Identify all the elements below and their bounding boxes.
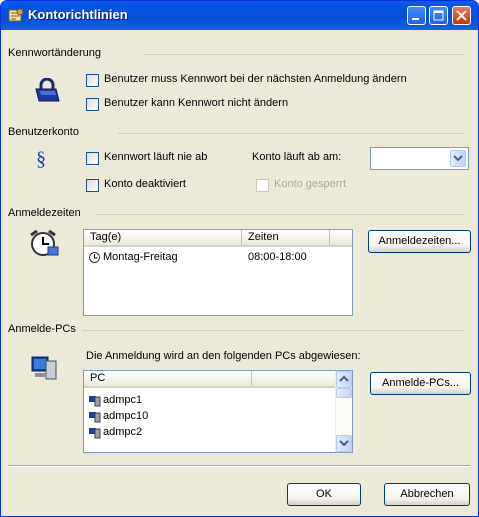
must-change-password-checkbox[interactable] [86,74,99,87]
list-item[interactable]: admpc2 [88,424,142,440]
logon-times-group-title: Anmeldezeiten [8,207,81,219]
logon-times-header: Tag(e) Zeiten [84,230,352,247]
title-bar[interactable]: Kontorichtlinien [1,1,478,30]
logon-pcs-list[interactable]: PC admpc1 admpc10 admpc2 [83,370,353,453]
cannot-change-password-label: Benutzer kann Kennwort nicht ändern [104,97,289,109]
scroll-thumb[interactable] [336,388,352,398]
window-title: Kontorichtlinien [28,7,128,22]
cannot-change-password-checkbox[interactable] [86,98,99,111]
cancel-button[interactable]: Abbrechen [384,483,470,506]
section-sign-icon: § [36,148,46,170]
account-group-title: Benutzerkonto [8,126,79,138]
logon-day: Montag-Freitag [103,251,178,263]
account-disabled-checkbox[interactable] [86,179,99,192]
logon-pcs-button[interactable]: Anmelde-PCs... [370,372,471,395]
footer-divider [8,465,470,467]
logon-pcs-header: PC [84,371,335,388]
list-item[interactable]: Montag-Freitag 08:00-18:00 [88,249,348,265]
logon-pcs-group-title: Anmelde-PCs [8,323,76,335]
computer-icon [89,427,101,439]
dialog-body: Kennwortänderung Benutzer muss Kennwort … [4,30,475,515]
account-expires-label: Konto läuft ab am: [252,151,342,163]
group-divider [118,133,464,134]
group-divider [96,214,464,215]
computer-icon [89,395,101,407]
chevron-down-icon [453,155,463,162]
close-icon [456,10,467,21]
minimize-icon [412,18,419,20]
chevron-up-icon [339,375,349,382]
close-button[interactable] [452,6,471,25]
pc-name: admpc2 [103,426,143,438]
password-never-expires-checkbox[interactable] [86,152,99,165]
logon-times-button[interactable]: Anmeldezeiten... [368,230,471,253]
scroll-down-button[interactable] [336,435,352,452]
dropdown-button[interactable] [450,150,466,167]
password-group-title: Kennwortänderung [8,47,101,59]
account-locked-label: Konto gesperrt [274,178,347,190]
account-expires-select[interactable] [370,147,469,170]
column-header-pc[interactable]: PC [84,371,252,386]
group-divider [144,54,464,55]
lock-icon [35,78,60,102]
clock-phone-icon [30,229,59,256]
must-change-password-label: Benutzer muss Kennwort bei der nächsten … [104,73,407,85]
maximize-icon [433,10,444,21]
account-disabled-label: Konto deaktiviert [104,178,186,190]
scroll-up-button[interactable] [336,371,352,388]
list-item[interactable]: admpc1 [88,392,142,408]
minimize-button[interactable] [407,6,426,25]
pc-name: admpc1 [103,394,143,406]
pc-name: admpc10 [103,410,149,422]
column-header-days[interactable]: Tag(e) [84,230,242,245]
chevron-down-icon [339,440,349,447]
logon-times-list[interactable]: Tag(e) Zeiten Montag-Freitag 08:00-18:00 [83,229,353,316]
account-policies-window: Kontorichtlinien Kennwortänderung Benutz… [0,0,479,517]
logon-time: 08:00-18:00 [248,251,307,263]
list-item[interactable]: admpc10 [88,408,148,424]
computer-icon [31,356,57,380]
logon-pcs-description: Die Anmeldung wird an den folgenden PCs … [86,350,361,362]
password-never-expires-label: Kennwort läuft nie ab [104,151,208,163]
group-divider [82,330,464,331]
ok-button[interactable]: OK [287,483,361,506]
logon-pcs-scrollbar[interactable] [335,371,352,452]
policy-icon [8,8,24,22]
column-header-times[interactable]: Zeiten [242,230,330,245]
account-locked-checkbox [256,179,269,192]
clock-icon [89,251,100,263]
maximize-button[interactable] [429,6,448,25]
computer-icon [89,411,101,423]
